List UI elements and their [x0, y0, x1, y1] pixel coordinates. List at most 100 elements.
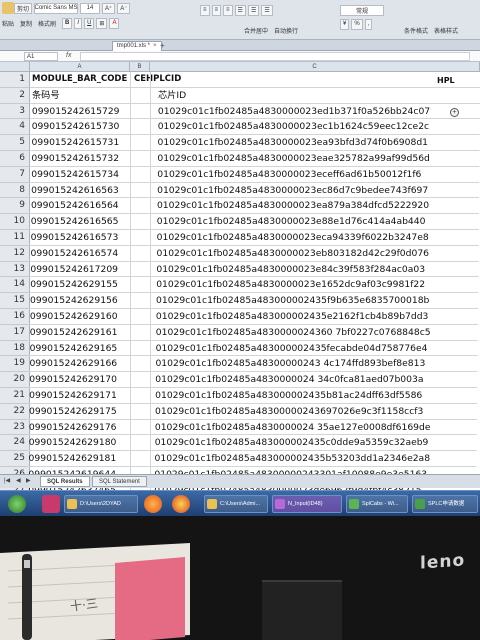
row-header[interactable]: 16	[0, 308, 30, 325]
table-style-button[interactable]: 表格样式	[434, 26, 458, 35]
wrap-text-button[interactable]: 自动换行	[274, 26, 298, 35]
table-row[interactable]: 099015242629156 01029c01c1fb02485a4830000…	[28, 293, 479, 309]
cell-chip-id[interactable]: 01029c01c1fb02485a4830000023e88e1d76c414…	[157, 214, 426, 229]
firefox-icon[interactable]	[144, 495, 162, 513]
copy-button[interactable]: 复制	[20, 19, 32, 28]
table-row[interactable]: 条码号 芯片ID	[30, 88, 480, 104]
row-header[interactable]: 19	[0, 356, 30, 373]
prev-sheet-arrow-icon[interactable]: ◀	[16, 477, 21, 484]
table-row[interactable]: 099015242629171 01029c01c1fb02485a4830000…	[27, 388, 478, 404]
cell-bar-code[interactable]: 099015242629160	[30, 309, 134, 324]
table-row[interactable]: 099015242616564 01029c01c1fb02485a4830000…	[28, 198, 479, 215]
cell-bar-code[interactable]: 099015242615734	[31, 167, 135, 182]
taskbar-item-folder-1[interactable]: D:\Users\2DYAD	[64, 495, 138, 513]
cell-chip-id[interactable]: 01029c01c1fb02485a4830000023eb803182d42c…	[157, 246, 430, 261]
row-header[interactable]: 13	[0, 261, 30, 278]
italic-button[interactable]: I	[74, 17, 83, 29]
row-header[interactable]: 14	[0, 277, 30, 294]
start-button-icon[interactable]	[8, 495, 26, 513]
table-row[interactable]: 099015242616563 01029c01c1fb02485a4830000…	[29, 183, 480, 199]
sheet-tab-sql-results[interactable]: SQL Results	[40, 476, 90, 487]
row-header[interactable]: 6	[0, 150, 30, 167]
taskbar-item-splcabs[interactable]: SplCabs - Wi...	[346, 495, 408, 513]
cell-chip-id[interactable]: 01029c01c1fb02485a4830000023e1652dc9af03…	[156, 277, 425, 292]
font-name-select[interactable]: Comic Sans MS	[34, 2, 79, 14]
table-row[interactable]: 099015242629165 01029c01c1fb02485a4830000…	[27, 341, 478, 357]
next-sheet-arrow-icon[interactable]: ▶	[26, 477, 31, 484]
cell-chip-id[interactable]: 01029c01c1fb02485a4830000023e84c39f583f2…	[156, 262, 425, 277]
row-header[interactable]: 18	[0, 340, 30, 357]
table-row[interactable]: 099015242617209 01029c01c1fb02485a4830000…	[28, 262, 479, 278]
new-tab-icon[interactable]: +	[160, 41, 165, 50]
row-header[interactable]: 5	[0, 135, 30, 151]
taskbar-item-folder-2[interactable]: C:\Users\Admi...	[204, 495, 268, 513]
cell-bar-code[interactable]: 099015242629166	[29, 356, 133, 371]
font-color-icon[interactable]: A	[109, 17, 120, 29]
cell-bar-code[interactable]: 099015242629171	[29, 388, 133, 403]
bold-button[interactable]: B	[62, 17, 73, 29]
cell-chip-id[interactable]: 01029c01c1fb02485a4830000023eca94339f602…	[157, 230, 429, 245]
merge-center-button[interactable]: 合并居中	[244, 26, 268, 35]
underline-button[interactable]: U	[84, 17, 95, 29]
cell-chip-id[interactable]: 01029c01c1fb02485a48300000243697026e9c3f…	[155, 404, 423, 419]
row-header[interactable]: 4	[0, 119, 30, 136]
cell-bar-code[interactable]: 099015242629161	[30, 325, 134, 340]
header-cehplcid[interactable]: CEHPLCID	[134, 72, 181, 87]
cell-bar-code[interactable]: 099015242616565	[31, 214, 135, 229]
table-row[interactable]: 099015242615734 01029c01c1fb02485a4830000…	[29, 167, 480, 183]
cell-chip-id[interactable]: 01029c01c1fb02485a483000002435fecabde04d…	[156, 341, 428, 356]
borders-icon[interactable]: ⊞	[96, 17, 108, 29]
cell-bar-code[interactable]: 099015242615732	[31, 151, 135, 166]
close-tab-icon[interactable]: ×	[153, 43, 157, 49]
row-header[interactable]: 9	[0, 198, 30, 215]
cell-bar-code[interactable]: 099015242616573	[31, 230, 135, 245]
decrease-font-icon[interactable]: A⁻	[117, 2, 131, 14]
cell-bar-code[interactable]: 条码号	[32, 88, 136, 103]
align-top-icon[interactable]: ≡	[200, 4, 210, 16]
sheet-tab-sql-statement[interactable]: SQL Statement	[92, 476, 147, 487]
table-row[interactable]: 099015242629166 01029c01c1fb02485a4830000…	[27, 356, 478, 373]
cell-chip-id[interactable]: 01029c01c1fb02485a483000002435c0dde9a535…	[155, 435, 429, 450]
select-all-corner[interactable]	[0, 62, 30, 72]
row-header[interactable]: 20	[0, 372, 30, 388]
cell-chip-id[interactable]: 01029c01c1fb02485a4830000023eae325782a99…	[157, 151, 429, 166]
cell-chip-id[interactable]: 01029c01c1fb02485a4830000024 34c0fca81ae…	[155, 372, 423, 387]
paste-label[interactable]: 粘贴	[2, 19, 14, 28]
row-header[interactable]: 24	[0, 435, 30, 452]
taskbar-item-input[interactable]: N_Input(ID48)	[272, 495, 342, 513]
align-middle-icon[interactable]: ≡	[211, 4, 222, 16]
cell-chip-id[interactable]: 01029c01c1fb02485a483000002435e2162f1cb4…	[156, 309, 429, 324]
row-header[interactable]: 21	[0, 387, 30, 404]
table-row[interactable]: 099015242629170 01029c01c1fb02485a4830000…	[27, 372, 478, 388]
table-row[interactable]: 099015242629160 01029c01c1fb02485a4830000…	[27, 309, 478, 325]
first-sheet-arrow-icon[interactable]: |◀	[4, 477, 10, 484]
cell-chip-id[interactable]: 01029c01c1fb02485a4830000023ea93bfd3d74f…	[158, 135, 428, 150]
row-header[interactable]: 12	[0, 245, 30, 262]
chrome-icon[interactable]	[172, 495, 190, 513]
table-row[interactable]: 099015242629180 01029c01c1fb02485a4830000…	[26, 435, 477, 452]
cell-chip-id[interactable]: 01029c01c1fb02485a4830000023ec86d7c9bede…	[157, 183, 428, 198]
file-tab[interactable]: tmp001.xls * ×	[112, 41, 162, 51]
cell-bar-code[interactable]: 099015242617209	[30, 262, 134, 277]
cell-bar-code[interactable]: 099015242616564	[31, 198, 135, 213]
cell-chip-id[interactable]: 01029c01c1fb02485a4830000023ed1b371f0a52…	[158, 104, 430, 119]
header-module-bar-code[interactable]: MODULE_BAR_CODE	[32, 72, 136, 87]
cell-bar-code[interactable]: 099015242616563	[31, 183, 135, 198]
cell-chip-id[interactable]: 01029c01c1fb02485a4830000023eceff6ad61b5…	[157, 167, 421, 182]
table-row[interactable]: 099015242629175 01029c01c1fb02485a4830000…	[27, 404, 477, 420]
name-box[interactable]: A1	[24, 52, 58, 61]
table-row[interactable]: 099015242616573 01029c01c1fb02485a4830000…	[28, 230, 479, 246]
format-painter-button[interactable]: 格式刷	[38, 19, 56, 28]
cell-chip-id[interactable]: 01029c01c1fb02485a4830000023ec1b1624c59e…	[158, 119, 429, 134]
table-row[interactable]: 099015242615732 01029c01c1fb02485a4830000…	[29, 151, 480, 167]
cell-bar-code[interactable]: 099015242615730	[32, 119, 136, 134]
table-row[interactable]: 099015242629155 01029c01c1fb02485a4830000…	[28, 277, 479, 294]
row-header[interactable]: 17	[0, 324, 30, 341]
align-bottom-icon[interactable]: ≡	[223, 4, 233, 16]
column-header-a[interactable]: A	[30, 62, 130, 72]
cell-bar-code[interactable]: 099015242629181	[29, 451, 133, 466]
row-header[interactable]: 2	[0, 87, 30, 104]
cell-bar-code[interactable]: 099015242615731	[32, 135, 136, 150]
cell-chip-id[interactable]: 芯片ID	[158, 88, 186, 103]
conditional-format-button[interactable]: 条件格式	[404, 26, 428, 35]
